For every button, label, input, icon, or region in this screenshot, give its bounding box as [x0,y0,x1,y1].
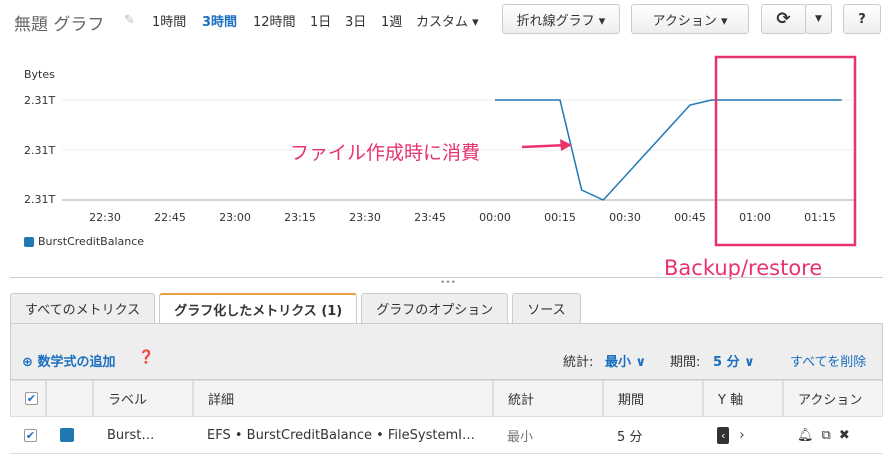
period-label: 期間: [670,355,701,370]
add-math-label: 数学式の追加 [37,355,116,370]
row-stat[interactable]: 最小 [493,417,603,454]
header-period[interactable]: 期間 [603,380,703,417]
header-detail[interactable]: 詳細 [193,380,493,417]
select-all-cell: ✔ [10,380,46,417]
x-tick: 23:00 [219,211,251,224]
header-label[interactable]: ラベル [93,380,193,417]
legend-swatch [24,236,34,247]
tab-bar: すべてのメトリクス グラフ化したメトリクス (1) グラフのオプション ソース [10,293,581,324]
row-label[interactable]: Burst… [93,417,193,454]
tab-graphed-metrics[interactable]: グラフ化したメトリクス (1) [159,293,358,324]
x-tick: 00:45 [674,211,706,224]
legend-item[interactable]: BurstCreditBalance [24,235,144,248]
plus-circle-icon: ⊕ [22,355,33,370]
y-axis-left-button[interactable]: ‹ [717,426,730,444]
x-tick: 23:15 [284,211,316,224]
x-tick: 00:00 [479,211,511,224]
color-header [46,380,93,417]
row-checkbox[interactable]: ✔ [24,428,37,442]
x-tick: 00:30 [609,211,641,224]
resize-handle[interactable]: ••• [440,278,456,288]
header-y-axis: Y 軸 [703,380,783,417]
x-tick: 22:30 [89,211,121,224]
duplicate-icon[interactable]: ⧉ [822,428,831,443]
stat-label: 統計: [563,355,594,370]
add-math-button[interactable]: ⊕ 数学式の追加 [22,351,115,370]
series-color-swatch[interactable] [60,428,74,442]
header-stat[interactable]: 統計 [493,380,603,417]
delete-all-link[interactable]: すべてを削除 [790,351,866,370]
legend-label: BurstCreditBalance [38,235,145,248]
x-tick: 23:45 [414,211,446,224]
y-axis-right-button[interactable]: › [739,428,744,443]
help-icon[interactable]: ❓ [138,350,154,365]
annotation-consume: ファイル作成時に消費 [290,142,481,164]
x-tick: 01:00 [739,211,771,224]
header-actions: アクション [783,380,883,417]
row-detail: EFS • BurstCreditBalance • FileSystemI… [193,417,493,454]
x-tick: 01:15 [804,211,836,224]
x-tick: 00:15 [544,211,576,224]
tab-all-metrics[interactable]: すべてのメトリクス [10,293,156,323]
bell-icon[interactable]: 🔔︎ [797,428,814,443]
period-dropdown[interactable]: 5 分 ∨ [713,351,755,370]
remove-icon[interactable]: ✖ [839,428,850,443]
row-period[interactable]: 5 分 [603,417,703,454]
select-all-checkbox[interactable]: ✔ [25,392,38,405]
x-tick: 22:45 [154,211,186,224]
tab-source[interactable]: ソース [512,293,581,323]
stat-dropdown[interactable]: 最小 ∨ [605,351,646,370]
tab-graph-options[interactable]: グラフのオプション [361,293,509,323]
x-tick: 23:30 [349,211,381,224]
